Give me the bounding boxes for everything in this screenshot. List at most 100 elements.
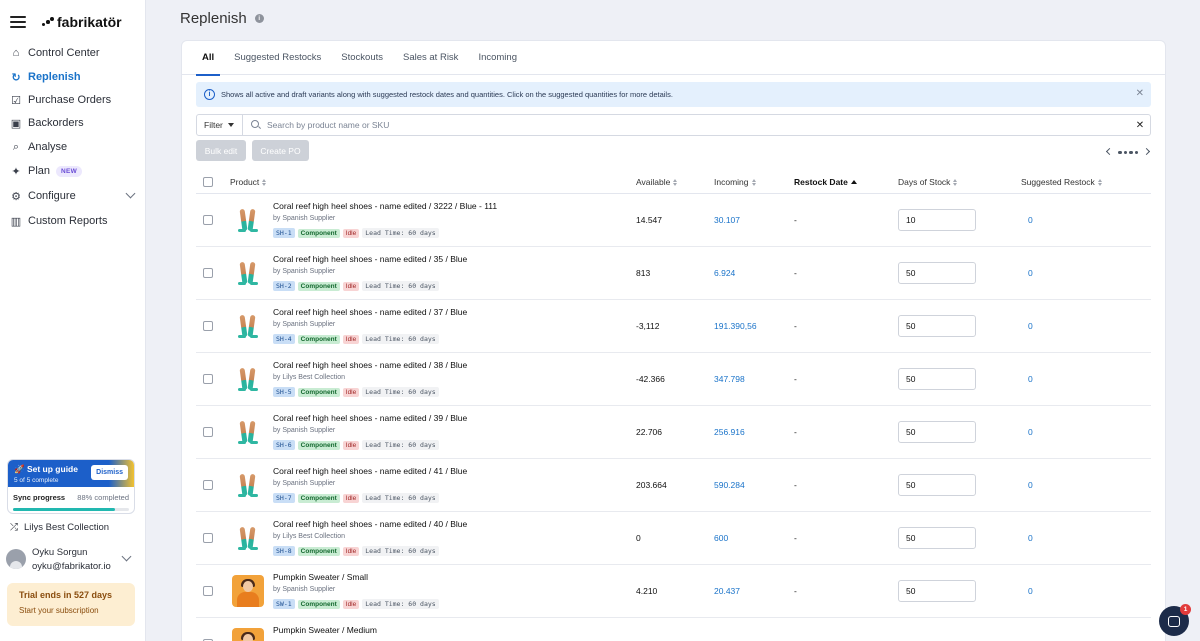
user-menu[interactable]: Oyku Sorgun oyku@fabrikator.io [6, 545, 138, 573]
header-product[interactable]: Product [230, 177, 267, 187]
sidebar-item-label: Configure [28, 190, 76, 202]
trial-card[interactable]: Trial ends in 527 days Start your subscr… [7, 583, 135, 626]
select-all-checkbox[interactable] [203, 177, 213, 187]
table-row[interactable]: Coral reef high heel shoes - name edited… [196, 353, 1151, 406]
incoming-link[interactable]: 20.437 [714, 586, 740, 596]
incoming-link[interactable]: 191.390,56 [714, 321, 757, 331]
header-available[interactable]: Available [636, 177, 678, 187]
header-days-of-stock[interactable]: Days of Stock [898, 177, 958, 187]
suggested-restock-link[interactable]: 0 [1028, 215, 1033, 225]
product-name[interactable]: Coral reef high heel shoes - name edited… [273, 466, 467, 476]
setup-guide-header: 🚀 Set up guide 5 of 5 complete Dismiss [8, 460, 134, 487]
bulk-edit-button[interactable]: Bulk edit [196, 140, 246, 161]
table-row[interactable]: Coral reef high heel shoes - name edited… [196, 194, 1151, 247]
suggested-restock-link[interactable]: 0 [1028, 533, 1033, 543]
days-of-stock-input[interactable] [898, 262, 976, 284]
incoming-link[interactable]: 256.916 [714, 427, 745, 437]
tab-suggested-restocks[interactable]: Suggested Restocks [228, 41, 331, 75]
product-name[interactable]: Coral reef high heel shoes - name edited… [273, 360, 467, 370]
product-tags: SH-7 Component Idle Lead Time: 60 days [273, 493, 439, 503]
sidebar-item-custom-reports[interactable]: ▥ Custom Reports [0, 209, 146, 233]
logo[interactable]: fabrikatör [42, 14, 122, 30]
row-checkbox[interactable] [203, 321, 213, 331]
incoming-link[interactable]: 600 [714, 533, 728, 543]
row-checkbox[interactable] [203, 374, 213, 384]
row-checkbox[interactable] [203, 427, 213, 437]
close-icon[interactable]: ✕ [1136, 88, 1144, 99]
table-row[interactable]: Coral reef high heel shoes - name edited… [196, 512, 1151, 565]
header-incoming[interactable]: Incoming [714, 177, 756, 187]
suggested-restock-link[interactable]: 0 [1028, 586, 1033, 596]
available-value: 203.664 [636, 480, 667, 490]
row-checkbox[interactable] [203, 533, 213, 543]
product-name[interactable]: Coral reef high heel shoes - name edited… [273, 307, 467, 317]
tab-sales-at-risk[interactable]: Sales at Risk [397, 41, 468, 75]
filter-bar: Filter ✕ [196, 114, 1151, 136]
sidebar-item-analyse[interactable]: ⌕ Analyse [0, 135, 146, 159]
suggested-restock-link[interactable]: 0 [1028, 268, 1033, 278]
days-of-stock-input[interactable] [898, 421, 976, 443]
create-po-button[interactable]: Create PO [252, 140, 309, 161]
days-of-stock-input[interactable] [898, 527, 976, 549]
suggested-restock-link[interactable]: 0 [1028, 374, 1033, 384]
product-name[interactable]: Pumpkin Sweater / Medium [273, 625, 377, 635]
bar-chart-icon: ▥ [10, 215, 22, 228]
table-row[interactable]: Coral reef high heel shoes - name edited… [196, 247, 1151, 300]
search-input[interactable] [267, 120, 1130, 130]
table-row[interactable]: Coral reef high heel shoes - name edited… [196, 406, 1151, 459]
tab-all[interactable]: All [196, 41, 224, 76]
menu-icon[interactable] [10, 16, 26, 28]
days-of-stock-input[interactable] [898, 580, 976, 602]
sidebar-item-replenish[interactable]: ↻ Replenish [0, 65, 146, 89]
row-checkbox[interactable] [203, 586, 213, 596]
incoming-link[interactable]: 6.924 [714, 268, 735, 278]
chevron-down-icon[interactable] [121, 551, 132, 562]
next-page-icon[interactable] [1142, 147, 1151, 155]
sidebar-item-label: Replenish [28, 71, 81, 83]
status-badge: Idle [342, 387, 360, 397]
tab-incoming[interactable]: Incoming [472, 41, 527, 75]
clear-search-icon[interactable]: ✕ [1130, 120, 1150, 131]
row-checkbox[interactable] [203, 480, 213, 490]
filter-dropdown[interactable]: Filter [197, 115, 243, 135]
suggested-restock-link[interactable]: 0 [1028, 480, 1033, 490]
table-row[interactable]: Pumpkin Sweater / Medium [196, 618, 1151, 641]
product-name[interactable]: Coral reef high heel shoes - name edited… [273, 519, 467, 529]
restock-date-value: - [794, 321, 797, 331]
table-row[interactable]: Coral reef high heel shoes - name edited… [196, 459, 1151, 512]
suggested-restock-link[interactable]: 0 [1028, 321, 1033, 331]
info-icon[interactable]: i [254, 14, 264, 23]
incoming-link[interactable]: 590.284 [714, 480, 745, 490]
product-name[interactable]: Pumpkin Sweater / Small [273, 572, 368, 582]
sidebar-item-backorders[interactable]: ▣ Backorders [0, 111, 146, 135]
sidebar-item-purchase-orders[interactable]: ☑ Purchase Orders [0, 88, 146, 112]
dismiss-button[interactable]: Dismiss [91, 465, 128, 480]
sidebar-item-control-center[interactable]: ⌂ Control Center [0, 41, 146, 65]
header-restock-date[interactable]: Restock Date [794, 177, 857, 187]
row-checkbox[interactable] [203, 268, 213, 278]
product-name[interactable]: Coral reef high heel shoes - name edited… [273, 413, 467, 423]
prev-page-icon[interactable] [1105, 147, 1114, 155]
tab-stockouts[interactable]: Stockouts [335, 41, 393, 75]
sidebar-item-configure[interactable]: ⚙ Configure [0, 184, 146, 208]
row-checkbox[interactable] [203, 215, 213, 225]
available-value: 4.210 [636, 586, 658, 596]
store-switcher[interactable]: ⤮ Lilys Best Collection [10, 522, 109, 533]
chat-launcher[interactable]: 1 [1159, 604, 1191, 636]
days-of-stock-input[interactable] [898, 315, 976, 337]
table-row[interactable]: Coral reef high heel shoes - name edited… [196, 300, 1151, 353]
product-name[interactable]: Coral reef high heel shoes - name edited… [273, 254, 467, 264]
product-name[interactable]: Coral reef high heel shoes - name edited… [273, 201, 497, 211]
search-icon [251, 120, 261, 130]
days-of-stock-input[interactable] [898, 209, 976, 231]
incoming-link[interactable]: 347.798 [714, 374, 745, 384]
start-subscription-link[interactable]: Start your subscription [19, 606, 123, 615]
table-row[interactable]: Pumpkin Sweater / Small by Spanish Suppli… [196, 565, 1151, 618]
incoming-link[interactable]: 30.107 [714, 215, 740, 225]
suggested-restock-link[interactable]: 0 [1028, 427, 1033, 437]
chevron-down-icon[interactable] [125, 188, 136, 199]
sidebar-item-plan[interactable]: ✦ Plan NEW [0, 159, 146, 183]
days-of-stock-input[interactable] [898, 368, 976, 390]
days-of-stock-input[interactable] [898, 474, 976, 496]
header-suggested-restock[interactable]: Suggested Restock [1021, 177, 1102, 187]
